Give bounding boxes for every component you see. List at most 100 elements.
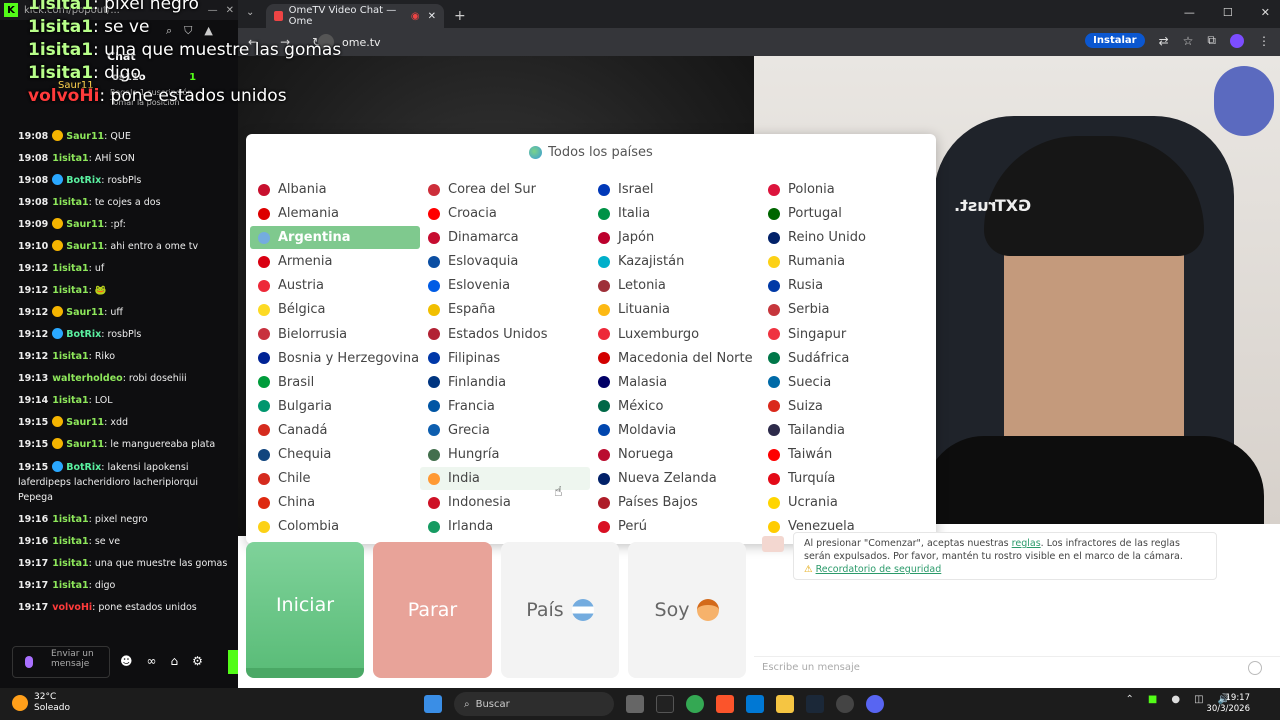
- tab-ometv[interactable]: OmeTV Video Chat — Ome ◉ ✕: [266, 4, 444, 28]
- country-option[interactable]: Croacia: [420, 202, 590, 225]
- mic-icon[interactable]: [25, 656, 33, 668]
- obs-icon[interactable]: [836, 695, 854, 713]
- message-username[interactable]: 1isita1: [52, 285, 88, 296]
- window-controls[interactable]: — ✕: [208, 5, 234, 16]
- country-option[interactable]: Sudáfrica: [760, 347, 930, 370]
- message-username[interactable]: BotRix: [66, 329, 101, 340]
- chrome-icon[interactable]: [686, 695, 704, 713]
- emoji-icon[interactable]: [1248, 661, 1262, 675]
- install-button[interactable]: Instalar: [1085, 33, 1145, 48]
- message-username[interactable]: BotRix: [66, 462, 101, 473]
- country-option[interactable]: Portugal: [760, 202, 930, 225]
- country-option[interactable]: Eslovenia: [420, 274, 590, 297]
- stop-button[interactable]: Parar: [373, 542, 492, 678]
- tab-close-icon[interactable]: ✕: [428, 11, 436, 22]
- country-button[interactable]: País: [501, 542, 619, 678]
- country-option[interactable]: Singapur: [760, 323, 930, 346]
- country-option[interactable]: Nueva Zelanda: [590, 467, 760, 490]
- task-view-icon[interactable]: [626, 695, 644, 713]
- country-option[interactable]: Bulgaria: [250, 395, 420, 418]
- country-option[interactable]: India: [420, 467, 590, 491]
- pinned-user[interactable]: Saur11: [58, 80, 94, 91]
- emote-icon[interactable]: ☻: [120, 654, 133, 668]
- shield-icon[interactable]: ⛉: [184, 24, 192, 38]
- kick-tray-icon[interactable]: ■: [1148, 694, 1157, 705]
- minimize-icon[interactable]: —: [208, 5, 218, 16]
- country-option[interactable]: Letonia: [590, 274, 760, 297]
- minimize-icon[interactable]: —: [1184, 6, 1195, 19]
- translate-icon[interactable]: ⇄: [1159, 34, 1169, 48]
- close-icon[interactable]: ✕: [1261, 6, 1270, 19]
- message-username[interactable]: 1isita1: [52, 580, 88, 591]
- brave-icon[interactable]: [716, 695, 734, 713]
- alert-icon[interactable]: ▲: [204, 24, 212, 38]
- country-option[interactable]: Lituania: [590, 298, 760, 321]
- chat-send-button[interactable]: [228, 650, 238, 674]
- country-option[interactable]: Ucrania: [760, 491, 930, 514]
- country-option[interactable]: Colombia: [250, 515, 420, 538]
- country-option[interactable]: Dinamarca: [420, 226, 590, 249]
- country-option[interactable]: Filipinas: [420, 347, 590, 370]
- message-username[interactable]: Saur11: [66, 307, 104, 318]
- close-icon[interactable]: ✕: [226, 5, 234, 16]
- new-tab-button[interactable]: +: [454, 8, 466, 24]
- message-username[interactable]: Saur11: [66, 439, 104, 450]
- country-option[interactable]: Suecia: [760, 371, 930, 394]
- country-option[interactable]: Eslovaquia: [420, 250, 590, 273]
- chat-input[interactable]: Enviar un mensaje: [12, 646, 110, 678]
- country-option[interactable]: Bélgica: [250, 298, 420, 321]
- clock[interactable]: 19:17 30/3/2026: [1206, 693, 1250, 715]
- country-option[interactable]: Turquía: [760, 467, 930, 490]
- message-username[interactable]: 1isita1: [52, 263, 88, 274]
- message-username[interactable]: Saur11: [66, 417, 104, 428]
- country-option[interactable]: Irlanda: [420, 515, 590, 538]
- gender-button[interactable]: Soy: [628, 542, 746, 678]
- country-option[interactable]: Corea del Sur: [420, 178, 590, 201]
- bookmark-star-icon[interactable]: ☆: [1183, 34, 1194, 48]
- rules-link[interactable]: reglas: [1012, 538, 1041, 549]
- country-option[interactable]: Francia: [420, 395, 590, 418]
- message-username[interactable]: volvoHi: [52, 602, 92, 613]
- tab-search-icon[interactable]: ⌄: [246, 7, 254, 18]
- settings-icon[interactable]: ⚙: [192, 654, 203, 668]
- country-option[interactable]: Tailandia: [760, 419, 930, 442]
- back-icon[interactable]: ←: [248, 35, 258, 49]
- message-username[interactable]: 1isita1: [52, 536, 88, 547]
- country-option[interactable]: Japón: [590, 226, 760, 249]
- country-option[interactable]: Bielorrusia: [250, 323, 420, 346]
- taskbar-search[interactable]: ⌕ Buscar: [454, 692, 614, 716]
- country-option[interactable]: Armenia: [250, 250, 420, 273]
- country-option[interactable]: Noruega: [590, 443, 760, 466]
- country-option[interactable]: Chile: [250, 467, 420, 490]
- country-option[interactable]: Estados Unidos: [420, 323, 590, 346]
- country-option[interactable]: Moldavia: [590, 419, 760, 442]
- epic-games-icon[interactable]: [656, 695, 674, 713]
- steam-icon[interactable]: [806, 695, 824, 713]
- store-icon[interactable]: ⌂: [171, 654, 179, 668]
- extensions-icon[interactable]: ⧉: [1207, 33, 1216, 48]
- country-option[interactable]: Bosnia y Herzegovina: [250, 347, 420, 370]
- menu-icon[interactable]: ⋮: [1258, 34, 1270, 48]
- country-option[interactable]: Perú: [590, 515, 760, 538]
- message-input[interactable]: Escribe un mensaje: [754, 656, 1280, 680]
- message-username[interactable]: 1isita1: [52, 558, 88, 569]
- network-icon[interactable]: ◫: [1194, 694, 1203, 705]
- windows-start-icon[interactable]: [424, 695, 442, 713]
- country-option[interactable]: Macedonia del Norte: [590, 347, 760, 370]
- file-explorer-icon[interactable]: [776, 695, 794, 713]
- country-option[interactable]: Brasil: [250, 371, 420, 394]
- country-option[interactable]: Malasia: [590, 371, 760, 394]
- message-username[interactable]: 1isita1: [52, 351, 88, 362]
- country-option[interactable]: Suiza: [760, 395, 930, 418]
- weather-widget[interactable]: 32°C Soleado: [12, 692, 70, 714]
- country-option[interactable]: Países Bajos: [590, 491, 760, 514]
- tray-overflow-icon[interactable]: ⌃: [1126, 694, 1134, 705]
- mic-icon[interactable]: ●: [1171, 694, 1180, 705]
- safety-reminder-link[interactable]: Recordatorio de seguridad: [816, 564, 942, 575]
- country-option[interactable]: Canadá: [250, 419, 420, 442]
- message-username[interactable]: 1isita1: [52, 514, 88, 525]
- profile-avatar[interactable]: [1230, 33, 1244, 48]
- message-username[interactable]: BotRix: [66, 175, 101, 186]
- country-option[interactable]: Alemania: [250, 202, 420, 225]
- country-dropdown-header[interactable]: Todos los países: [246, 134, 936, 170]
